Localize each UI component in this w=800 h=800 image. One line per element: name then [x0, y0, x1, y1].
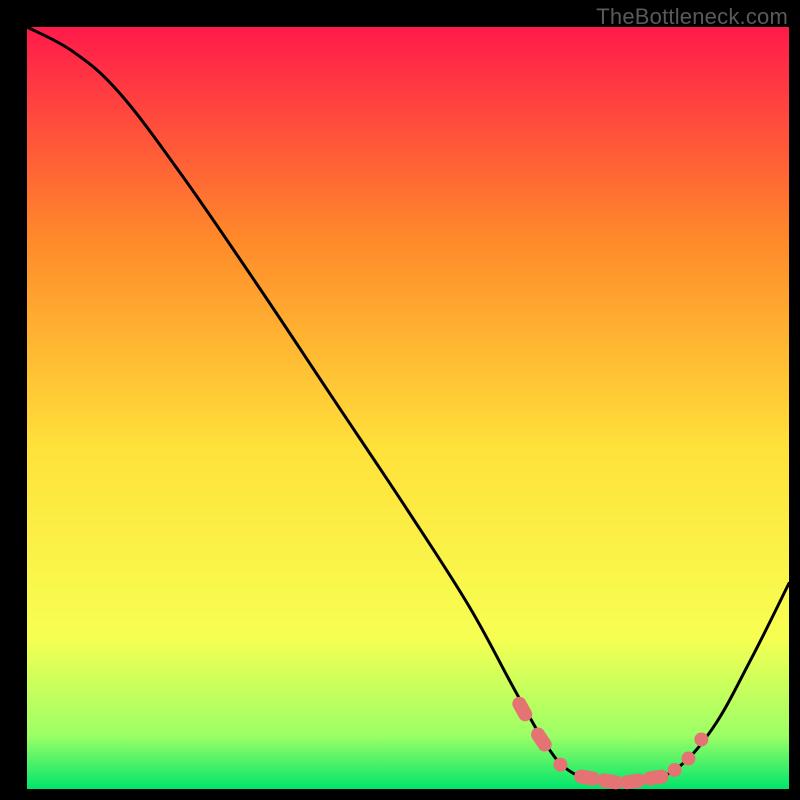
marker-dot: [681, 752, 695, 766]
marker-dot: [694, 732, 708, 746]
marker-dot: [553, 758, 567, 772]
chart-container: TheBottleneck.com: [0, 0, 800, 800]
bottleneck-curve-chart: [0, 0, 800, 800]
watermark-text: TheBottleneck.com: [596, 4, 788, 30]
marker-dot: [668, 763, 682, 777]
plot-background: [27, 27, 789, 789]
